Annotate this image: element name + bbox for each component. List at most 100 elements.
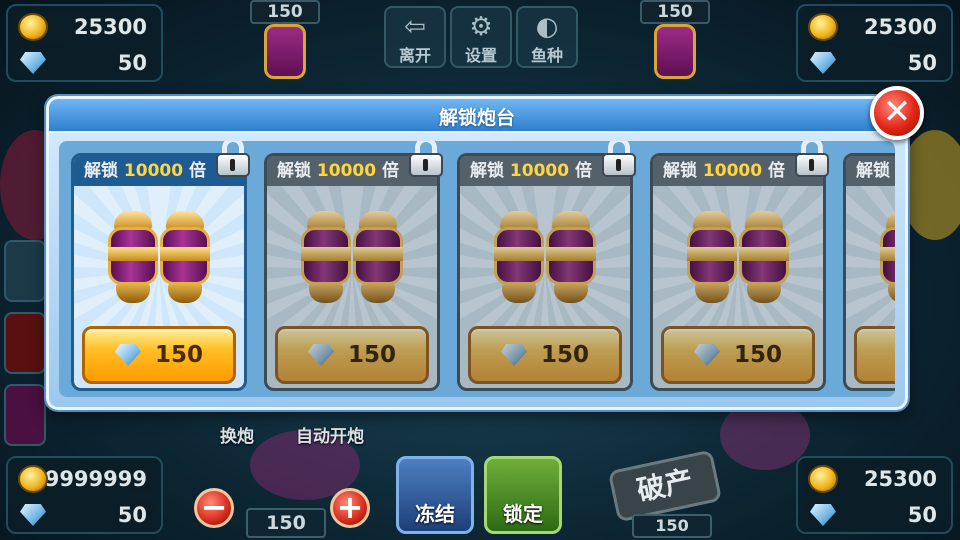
opponent-bet-display: 150 [632, 514, 712, 538]
price: 150 [347, 342, 396, 368]
leave-button[interactable]: ⇦ 离开 [384, 6, 446, 68]
player-panel-bottom-left: 9999999 50 [6, 456, 163, 534]
side-skill-button[interactable] [4, 312, 46, 374]
lock-icon [213, 141, 253, 177]
plus-icon: + [336, 488, 364, 526]
lock-icon [406, 141, 446, 177]
coin-balance: 25300 [73, 15, 147, 39]
cannon-icon [880, 211, 895, 303]
close-icon: ✕ [882, 92, 912, 132]
lock-target-button[interactable]: 锁定 [484, 456, 562, 534]
cannon-icon [739, 211, 789, 303]
unlock-multiplier: 10000 [702, 161, 763, 181]
price: 150 [733, 342, 782, 368]
unlock-multiplier: 10000 [509, 161, 570, 181]
gem-icon [810, 504, 836, 526]
decrease-bet-button[interactable]: − [194, 488, 234, 528]
gem-icon [500, 344, 527, 366]
side-skill-button[interactable] [4, 384, 46, 446]
gem-balance: 50 [907, 51, 937, 75]
unlock-suffix: 倍 [382, 161, 399, 181]
gem-balance: 50 [117, 51, 147, 75]
gem-icon [307, 344, 334, 366]
lock-icon [792, 141, 832, 177]
cannon-card[interactable]: 解锁 10000 倍 150 [650, 153, 826, 391]
switch-cannon-label[interactable]: 换炮 [220, 422, 254, 447]
freeze-label: 冻结 [415, 502, 455, 526]
close-button[interactable]: ✕ [870, 86, 924, 140]
fish-icon: ◐ [535, 12, 559, 42]
coin-icon [18, 465, 48, 493]
coin-balance: 25300 [863, 467, 937, 491]
fish-types-label: 鱼种 [530, 46, 563, 65]
price: 150 [154, 342, 203, 368]
unlock-prefix: 解锁 [277, 161, 311, 181]
gem-row: 50 [14, 500, 153, 530]
unlock-prefix: 解锁 [470, 161, 504, 181]
settings-button[interactable]: ⚙ 设置 [450, 6, 512, 68]
side-skill-button[interactable] [4, 240, 46, 302]
gem-icon [114, 344, 141, 366]
auto-fire-label[interactable]: 自动开炮 [296, 422, 364, 447]
gem-row: 50 [804, 48, 943, 78]
unlock-prefix: 解锁 [856, 161, 890, 181]
player-panel-bottom-right: 25300 50 [796, 456, 953, 534]
increase-bet-button[interactable]: + [330, 488, 370, 528]
price: 150 [540, 342, 589, 368]
unlock-requirement: 解锁 [846, 156, 895, 186]
cannon-icon [301, 211, 351, 303]
coin-row: 9999999 [14, 464, 153, 494]
cannon-card-partial[interactable]: 解锁 [843, 153, 895, 391]
card-glow [74, 186, 244, 326]
dialog-title: 解锁炮台 [438, 107, 515, 129]
unlock-prefix: 解锁 [663, 161, 697, 181]
coin-row: 25300 [804, 12, 943, 42]
cannon-barrel [654, 24, 696, 79]
cannon-card-list[interactable]: 解锁 10000 倍 150 解锁 10000 倍 150 解锁 10000 倍… [59, 141, 895, 397]
cannon-icon [160, 211, 210, 303]
fish-types-button[interactable]: ◐ 鱼种 [516, 6, 578, 68]
gem-icon [810, 52, 836, 74]
buy-cannon-button[interactable]: 150 [468, 326, 622, 384]
coin-row: 25300 [804, 464, 943, 494]
opponent-cannon-top-left: 150 [230, 0, 340, 90]
cannon-icon [108, 211, 158, 303]
unlock-suffix: 倍 [189, 161, 206, 181]
exit-icon: ⇦ [404, 12, 426, 42]
unlock-prefix: 解锁 [84, 161, 118, 181]
gem-balance: 50 [907, 503, 937, 527]
buy-cannon-button[interactable]: 150 [82, 326, 236, 384]
gem-icon [20, 52, 46, 74]
player-bet-display: 150 [246, 508, 326, 538]
cannon-icon [546, 211, 596, 303]
unlock-suffix: 倍 [575, 161, 592, 181]
coin-balance: 25300 [863, 15, 937, 39]
bankrupt-badge: 破产 [607, 449, 723, 523]
coin-balance: 9999999 [44, 467, 147, 491]
gem-icon [693, 344, 720, 366]
buy-cannon-button[interactable]: 150 [275, 326, 429, 384]
opponent-cannon-top-right: 150 [620, 0, 730, 90]
cannon-bet-label: 150 [640, 0, 710, 24]
cannon-card[interactable]: 解锁 10000 倍 150 [457, 153, 633, 391]
leave-label: 离开 [398, 46, 431, 65]
buy-cannon-button[interactable] [854, 326, 895, 384]
gear-icon: ⚙ [469, 12, 493, 42]
gem-row: 50 [804, 500, 943, 530]
cannon-icon [687, 211, 737, 303]
unlock-cannon-dialog: 解锁炮台 解锁 10000 倍 150 解锁 10000 倍 150 解锁 10… [46, 96, 908, 410]
card-glow [267, 186, 437, 326]
background-coral [720, 400, 810, 470]
gem-balance: 50 [117, 503, 147, 527]
freeze-button[interactable]: 冻结 [396, 456, 474, 534]
gem-row: 50 [14, 48, 153, 78]
cannon-card[interactable]: 解锁 10000 倍 150 [264, 153, 440, 391]
cannon-icon [494, 211, 544, 303]
cannon-card[interactable]: 解锁 10000 倍 150 [71, 153, 247, 391]
cannon-icon [353, 211, 403, 303]
coin-row: 25300 [14, 12, 153, 42]
player-panel-top-right: 25300 50 [796, 4, 953, 82]
buy-cannon-button[interactable]: 150 [661, 326, 815, 384]
lock-icon [599, 141, 639, 177]
minus-icon: − [200, 488, 228, 526]
